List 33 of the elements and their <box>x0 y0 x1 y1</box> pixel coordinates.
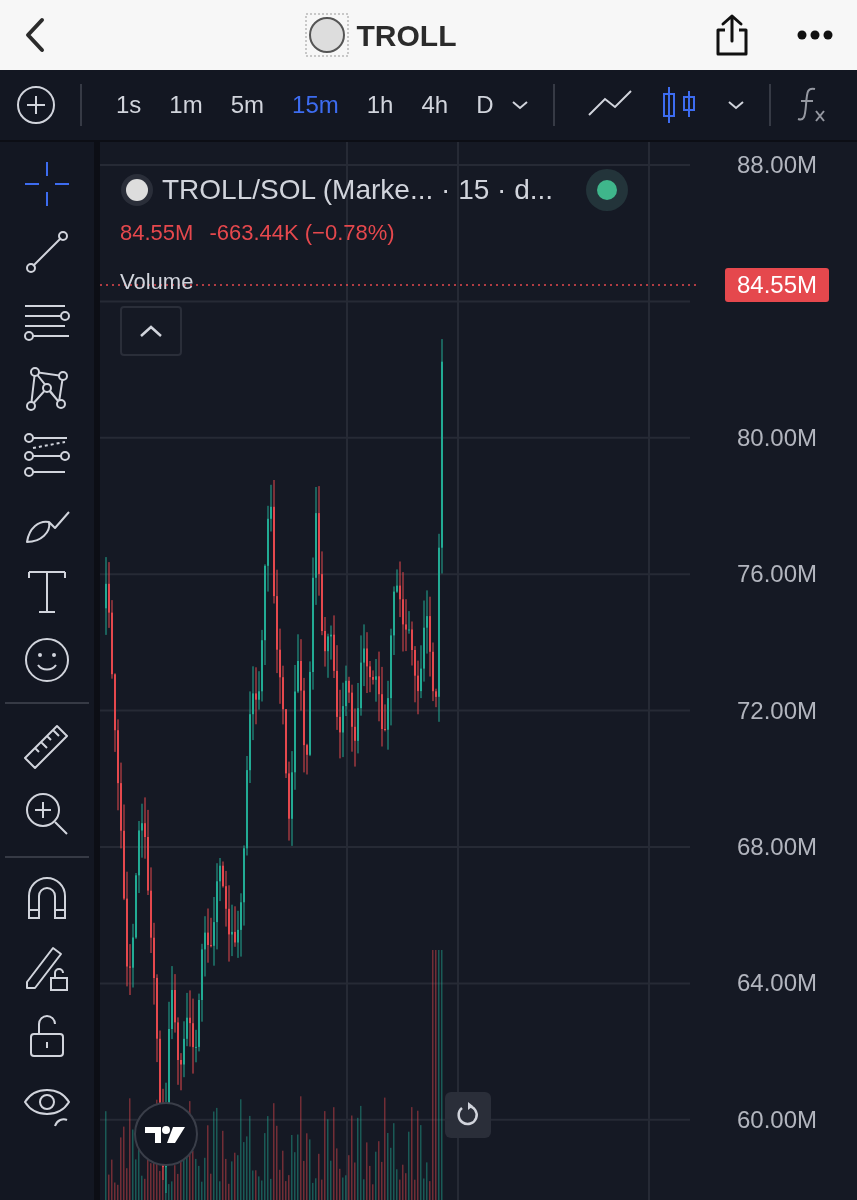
logo-icon[interactable] <box>133 1101 199 1167</box>
token-title: TROLL <box>356 17 457 54</box>
price-axis-label: 72.00M <box>736 696 817 725</box>
interval-tab[interactable]: 4h <box>411 87 459 123</box>
avatar-icon <box>304 13 349 57</box>
reset-button[interactable] <box>445 1092 491 1138</box>
interval-tab[interactable]: 15m <box>282 87 349 123</box>
caret-icon[interactable] <box>727 99 746 111</box>
price-axis-label: 60.00M <box>736 1105 817 1134</box>
more-icon[interactable] <box>797 30 833 40</box>
last-price: 84.55M <box>120 219 194 247</box>
price-axis-label: 68.00M <box>736 833 817 861</box>
price-axis-label: 76.00M <box>736 560 817 589</box>
chevron-up-icon <box>139 324 163 338</box>
price-axis-label: 80.00M <box>736 423 817 452</box>
interval-tab[interactable]: 5m <box>220 87 275 123</box>
add-icon[interactable] <box>16 85 56 125</box>
price-axis-label: 64.00M <box>736 969 817 998</box>
symbol-title[interactable]: TROLL/SOL (Marke... · 15 · d... <box>162 169 554 211</box>
caret-icon[interactable] <box>511 99 530 111</box>
collapse-button[interactable] <box>120 306 182 356</box>
avatar-icon <box>120 173 154 207</box>
current-price-tag: 84.55M <box>724 268 829 302</box>
interval-tab[interactable]: 1m <box>159 87 213 123</box>
reset-icon <box>455 1102 481 1128</box>
interval-tab[interactable]: 1s <box>106 87 152 123</box>
price-change: -663.44K (−0.78%) <box>209 219 395 247</box>
price-axis-label: 88.00M <box>736 151 817 179</box>
interval-tab[interactable]: 1h <box>356 87 404 123</box>
volume-label: Volume <box>120 268 195 296</box>
share-icon[interactable] <box>715 13 749 57</box>
back-icon[interactable] <box>24 17 46 53</box>
interval-tab[interactable]: D <box>466 87 504 123</box>
